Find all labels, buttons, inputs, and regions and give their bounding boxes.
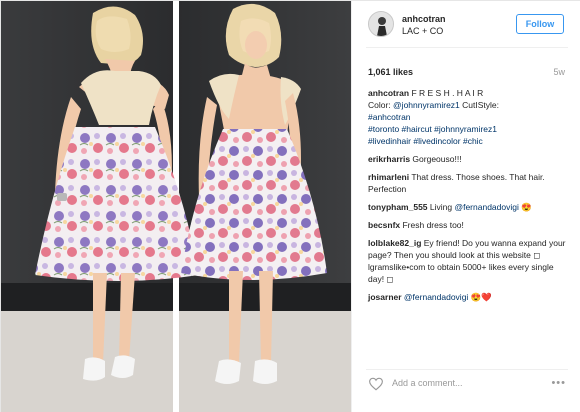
header-username[interactable]: anhcotran [402,14,446,24]
caption: anhcotran F R E S H . H A I R Color: @jo… [368,87,568,147]
caption-title: F R E S H . H A I R [409,88,484,98]
likes-count[interactable]: 1,061 likes [368,67,413,77]
comment-item: tonypham_555 Living @fernandadovigi 😍 [368,201,568,213]
caption-line-2: Color: @johnnyramirez1 CutIStyle: [368,99,568,111]
comment-username[interactable]: erikrharris [368,154,410,164]
comment-item: becsnfx Fresh dress too! [368,219,568,231]
comment-item: erikrharris Gorgeouso!!! [368,153,568,165]
caption-hashtags-2[interactable]: #livedinhair #livedincolor #chic [368,135,568,147]
post-footer: Add a comment... ••• [352,371,580,412]
comment-item: lolblake82_ig Ey friend! Do you wanna ex… [368,237,568,285]
avatar[interactable] [368,11,394,37]
comment-item: rhimarleni That dress. Those shoes. That… [368,171,568,195]
instagram-post: anhcotran LAC + CO Follow 1,061 likes 5w… [0,0,580,412]
header-divider [366,47,568,48]
comment-username[interactable]: tonypham_555 [368,202,428,212]
comments-list: anhcotran F R E S H . H A I R Color: @jo… [368,87,568,309]
post-time: 5w [553,67,565,77]
more-options-icon[interactable]: ••• [551,377,566,389]
caption-username[interactable]: anhcotran [368,88,409,98]
comment-emoji: 😍❤️ [468,292,492,302]
comment-mention[interactable]: @fernandadovigi [404,292,468,302]
heart-icon[interactable] [368,377,384,391]
comment-username[interactable]: becsnfx [368,220,400,230]
follow-button[interactable]: Follow [516,14,564,34]
caption-color-label: Color: [368,100,394,110]
comment-text: Living [427,202,455,212]
post-side-panel: anhcotran LAC + CO Follow 1,061 likes 5w… [351,1,580,412]
add-comment-input[interactable]: Add a comment... [392,378,463,388]
caption-mention-johnnyramirez1[interactable]: @johnnyramirez1 [393,100,460,110]
post-header: anhcotran LAC + CO Follow [352,1,580,47]
comment-username[interactable]: lolblake82_ig [368,238,421,248]
comment-username[interactable]: rhimarleni [368,172,409,182]
avatar-image [369,12,393,36]
comment-text: Fresh dress too! [400,220,464,230]
comment-mention[interactable]: @fernandadovigi [454,202,518,212]
caption-hashtag-anhcotran[interactable]: #anhcotran [368,111,568,123]
header-location[interactable]: LAC + CO [402,26,443,36]
comment-username[interactable]: josarner [368,292,402,302]
post-photo[interactable] [1,1,351,412]
comment-text: Gorgeouso!!! [410,154,462,164]
comment-emoji: 😍 [518,202,532,212]
post-image [1,1,351,412]
caption-cutstyle-label: CutIStyle: [459,100,500,110]
footer-divider [366,369,568,370]
caption-hashtags-1[interactable]: #toronto #haircut #johnnyramirez1 [368,123,568,135]
comment-item: josarner @fernandadovigi 😍❤️ [368,291,568,303]
